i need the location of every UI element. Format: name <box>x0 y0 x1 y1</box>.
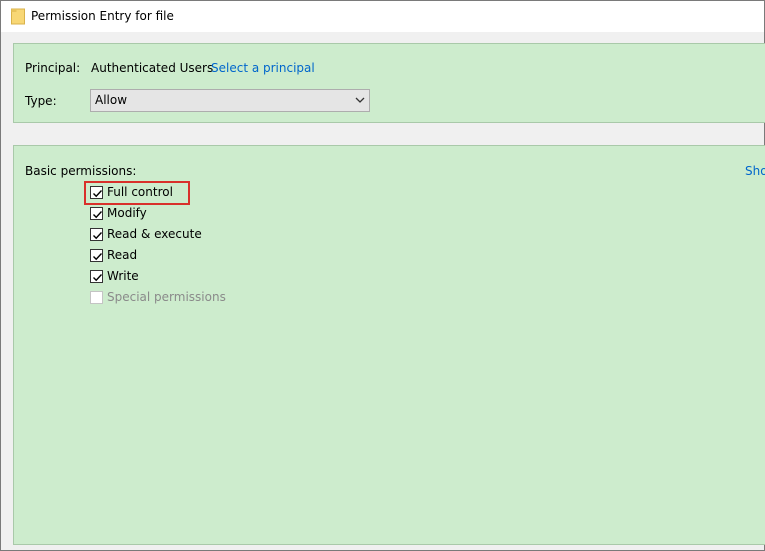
read-execute-checkbox[interactable] <box>90 228 103 241</box>
chevron-down-icon <box>355 97 365 103</box>
modify-checkbox[interactable] <box>90 207 103 220</box>
type-label: Type: <box>25 94 57 108</box>
folder-icon <box>11 8 25 25</box>
modify-label: Modify <box>107 206 147 220</box>
window-title: Permission Entry for file <box>31 9 174 23</box>
select-principal-link[interactable]: Select a principal <box>211 61 315 75</box>
checkmark-icon <box>93 190 103 198</box>
checkmark-icon <box>93 253 103 261</box>
type-dropdown-value: Allow <box>95 93 128 107</box>
title-bar[interactable]: Permission Entry for file <box>1 1 764 32</box>
read-checkbox[interactable] <box>90 249 103 262</box>
show-advanced-link[interactable]: Sho <box>745 164 765 178</box>
write-checkbox[interactable] <box>90 270 103 283</box>
full-control-checkbox[interactable] <box>90 186 103 199</box>
permission-entry-window: Permission Entry for file Principal: Aut… <box>0 0 765 551</box>
principal-label: Principal: <box>25 61 81 75</box>
type-dropdown[interactable]: Allow <box>90 89 370 112</box>
principal-panel: Principal: Authenticated Users Select a … <box>13 43 765 123</box>
special-permissions-checkbox <box>90 291 103 304</box>
full-control-label: Full control <box>107 185 173 199</box>
permissions-panel: Basic permissions: Sho Full control Modi… <box>13 145 765 545</box>
special-permissions-label: Special permissions <box>107 290 226 304</box>
checkmark-icon <box>93 232 103 240</box>
principal-value: Authenticated Users <box>91 61 214 75</box>
checkmark-icon <box>93 274 103 282</box>
read-execute-label: Read & execute <box>107 227 202 241</box>
read-label: Read <box>107 248 138 262</box>
checkmark-icon <box>93 211 103 219</box>
basic-permissions-heading: Basic permissions: <box>25 164 137 178</box>
write-label: Write <box>107 269 139 283</box>
